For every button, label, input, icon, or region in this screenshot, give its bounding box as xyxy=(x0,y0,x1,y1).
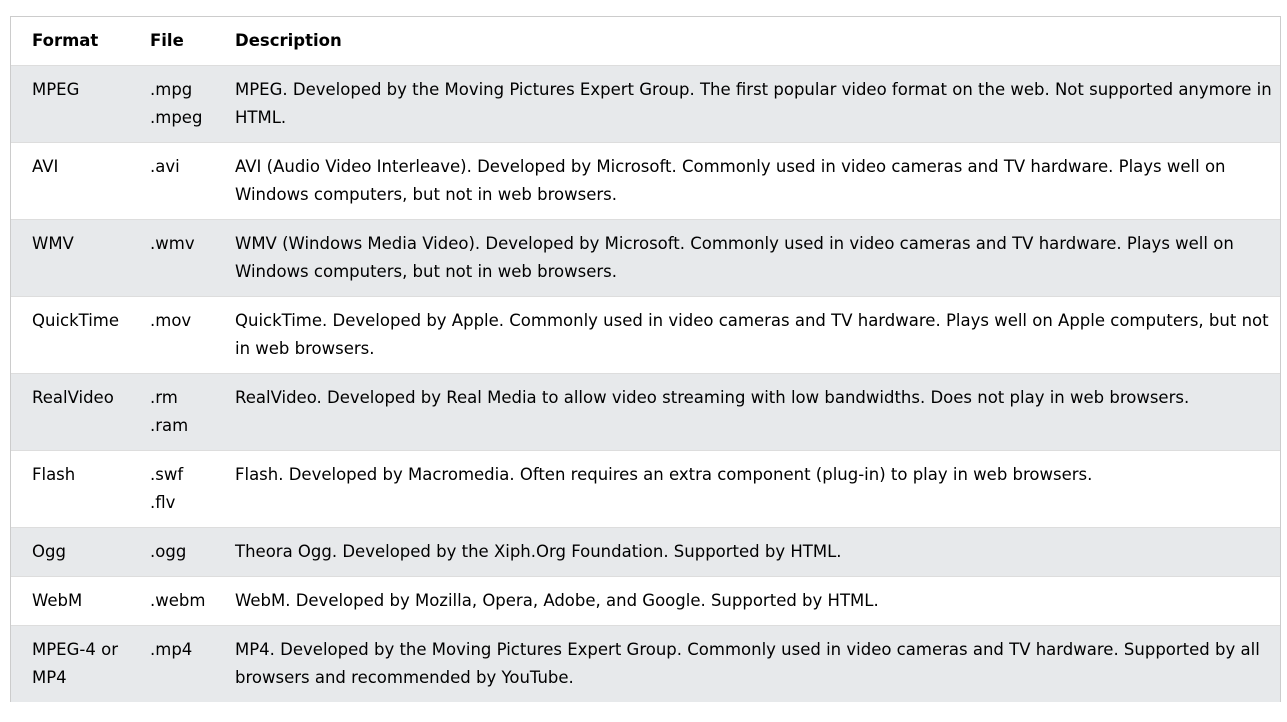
table-row: AVI .avi AVI (Audio Video Interleave). Dev… xyxy=(11,142,1280,220)
file-extension: .flv xyxy=(150,493,176,512)
cell-file-extensions: .rm .ram xyxy=(140,373,223,451)
cell-format: QuickTime xyxy=(11,296,140,374)
cell-format: RealVideo xyxy=(11,373,140,451)
table-row: Ogg .ogg Theora Ogg. Developed by the Xiph… xyxy=(11,527,1280,577)
cell-file-extensions: .mpg .mpeg xyxy=(140,65,223,143)
cell-file-extensions: .ogg xyxy=(140,527,223,577)
cell-format: MPEG-4 or MP4 xyxy=(11,625,140,702)
file-extension: .mpg xyxy=(150,80,193,99)
cell-description: AVI (Audio Video Interleave). Developed … xyxy=(223,142,1280,220)
cell-file-extensions: .avi xyxy=(140,142,223,220)
cell-format: WebM xyxy=(11,576,140,626)
table-row: RealVideo .rm .ram RealVideo. Developed by … xyxy=(11,373,1280,451)
cell-format: Ogg xyxy=(11,527,140,577)
table-row: WebM .webm WebM. Developed by Mozilla, Ope… xyxy=(11,576,1280,626)
cell-description: QuickTime. Developed by Apple. Commonly … xyxy=(223,296,1280,374)
video-formats-table-container: Format File Description MPEG .mpg .mpeg MPE… xyxy=(10,16,1281,702)
cell-description: WMV (Windows Media Video). Developed by … xyxy=(223,219,1280,297)
cell-description: Flash. Developed by Macromedia. Often re… xyxy=(223,450,1280,528)
cell-file-extensions: .swf .flv xyxy=(140,450,223,528)
header-format: Format xyxy=(32,31,99,50)
file-extension: .mpeg xyxy=(150,108,203,127)
file-extension: .rm xyxy=(150,388,178,407)
table-body: MPEG .mpg .mpeg MPEG. Developed by the Movi… xyxy=(11,65,1280,702)
cell-file-extensions: .mp4 xyxy=(140,625,223,702)
cell-description: MPEG. Developed by the Moving Pictures E… xyxy=(223,65,1280,143)
table-row: Flash .swf .flv Flash. Developed by Macrome… xyxy=(11,450,1280,528)
cell-file-extensions: .mov xyxy=(140,296,223,374)
cell-file-extensions: .webm xyxy=(140,576,223,626)
file-extension: .mov xyxy=(150,311,192,330)
file-extension: .avi xyxy=(150,157,180,176)
cell-format: Flash xyxy=(11,450,140,528)
table-row: WMV .wmv WMV (Windows Media Video). Develo… xyxy=(11,219,1280,297)
file-extension: .wmv xyxy=(150,234,195,253)
cell-format: WMV xyxy=(11,219,140,297)
table-row: MPEG .mpg .mpeg MPEG. Developed by the Movi… xyxy=(11,65,1280,143)
cell-format: MPEG xyxy=(11,65,140,143)
file-extension: .swf xyxy=(150,465,184,484)
table-header-row: Format File Description xyxy=(11,17,1280,66)
video-formats-table: Format File Description MPEG .mpg .mpeg MPE… xyxy=(11,17,1280,702)
header-file: File xyxy=(150,31,184,50)
cell-description: MP4. Developed by the Moving Pictures Ex… xyxy=(223,625,1280,702)
table-row: MPEG-4 or MP4 .mp4 MP4. Developed by the M… xyxy=(11,625,1280,702)
cell-description: WebM. Developed by Mozilla, Opera, Adobe… xyxy=(223,576,1280,626)
file-extension: .ram xyxy=(150,416,189,435)
header-description: Description xyxy=(235,31,342,50)
file-extension: .ogg xyxy=(150,542,187,561)
cell-description: RealVideo. Developed by Real Media to al… xyxy=(223,373,1280,451)
cell-description: Theora Ogg. Developed by the Xiph.Org Fo… xyxy=(223,527,1280,577)
file-extension: .webm xyxy=(150,591,206,610)
file-extension: .mp4 xyxy=(150,640,193,659)
cell-file-extensions: .wmv xyxy=(140,219,223,297)
table-row: QuickTime .mov QuickTime. Developed by App… xyxy=(11,296,1280,374)
cell-format: AVI xyxy=(11,142,140,220)
